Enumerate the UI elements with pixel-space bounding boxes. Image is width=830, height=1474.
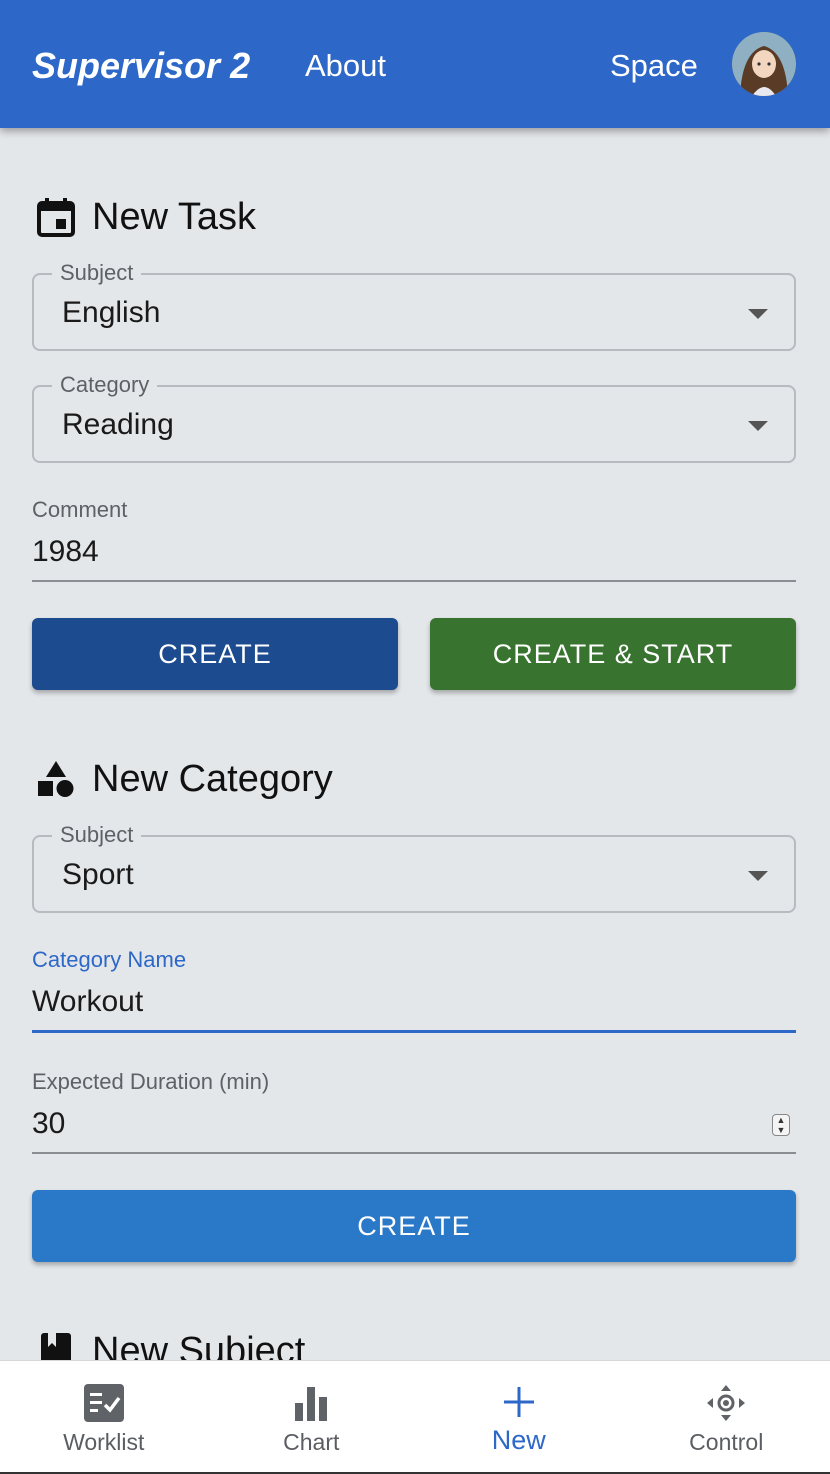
nav-worklist[interactable]: Worklist [0,1361,208,1472]
nav-new-label: New [491,1425,546,1455]
nav-chart[interactable]: Chart [208,1361,416,1472]
category-name-input[interactable]: Workout [32,984,796,1030]
comment-label: Comment [32,497,128,522]
number-stepper-icon[interactable]: ▲ ▼ [772,1114,790,1136]
new-task-heading: New Task [36,194,256,240]
plus-icon [498,1383,540,1423]
comment-field[interactable]: Comment 1984 [32,496,796,582]
new-category-heading: New Category [36,756,333,802]
new-category-title: New Category [92,758,333,800]
duration-underline [32,1152,796,1154]
comment-underline [32,580,796,582]
create-task-button[interactable]: CREATE [32,618,398,690]
task-subject-value: English [62,296,161,329]
chevron-down-icon [748,871,768,881]
task-category-select[interactable]: Category Reading [32,371,796,463]
category-subject-value: Sport [62,858,134,891]
task-subject-label: Subject [52,259,142,287]
chevron-down-icon [748,421,768,431]
about-link[interactable]: About [305,46,386,86]
new-task-title: New Task [92,196,257,238]
category-name-underline [32,1030,796,1033]
nav-control[interactable]: Control [623,1361,830,1472]
category-name-label: Category Name [32,947,187,972]
nav-chart-label: Chart [283,1429,340,1455]
nav-control-label: Control [689,1429,764,1455]
avatar-image [732,32,796,96]
calendar-icon [36,197,76,237]
chevron-down-icon [748,309,768,319]
category-name-field[interactable]: Category Name Workout [32,946,796,1033]
task-category-label: Category [52,371,158,399]
create-category-button[interactable]: CREATE [32,1190,796,1262]
bottom-navigation: Worklist Chart New Control [0,1360,830,1474]
control-icon [705,1383,747,1423]
avatar[interactable] [732,32,796,96]
task-subject-select[interactable]: Subject English [32,259,796,351]
nav-new[interactable]: New [415,1361,623,1472]
brand-title[interactable]: Supervisor 2 [32,44,250,88]
category-subject-select[interactable]: Subject Sport [32,821,796,913]
create-and-start-button[interactable]: CREATE & START [430,618,796,690]
app-bar: Supervisor 2 About Space [0,0,830,128]
shapes-icon [36,759,76,799]
space-link[interactable]: Space [610,46,698,86]
comment-input[interactable]: 1984 [32,534,796,580]
duration-input[interactable]: 30 [32,1106,796,1152]
nav-worklist-label: Worklist [63,1429,145,1455]
duration-label: Expected Duration (min) [32,1069,270,1094]
category-subject-label: Subject [52,821,142,849]
bar-chart-icon [290,1383,332,1423]
task-category-value: Reading [62,408,174,441]
duration-field[interactable]: Expected Duration (min) 30 ▲ ▼ [32,1068,796,1154]
worklist-icon [83,1383,125,1423]
